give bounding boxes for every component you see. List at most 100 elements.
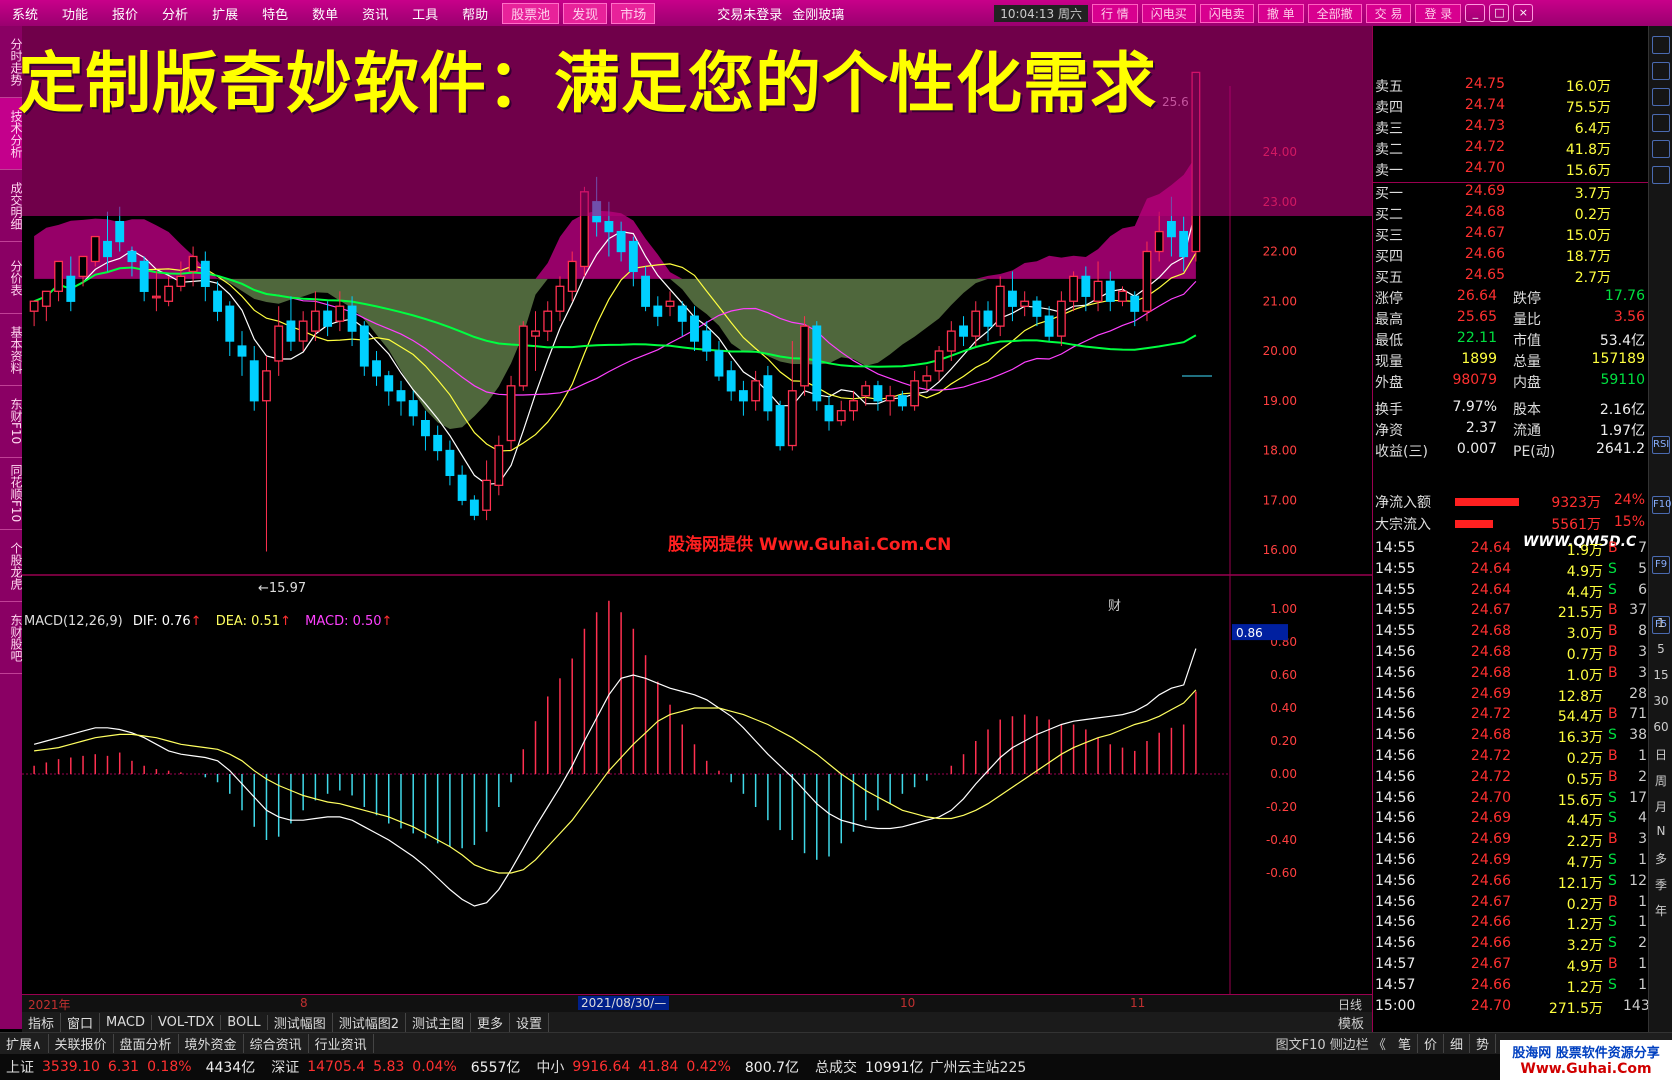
f9-icon[interactable]: F9 — [1652, 556, 1670, 574]
template-button[interactable]: 模板 — [1330, 1013, 1372, 1032]
tab-boll[interactable]: BOLL — [221, 1014, 268, 1030]
buy-row[interactable]: 买四 24.66 18.7万 — [1373, 246, 1649, 267]
candle-body — [421, 419, 430, 437]
minimize-icon[interactable]: _ — [1465, 4, 1486, 22]
macd-tick-label: -0.60 — [1266, 866, 1297, 880]
list-icon[interactable] — [1652, 114, 1670, 132]
ext-tab-expand[interactable]: 扩展∧ — [0, 1034, 49, 1053]
tab-window[interactable]: 窗口 — [61, 1012, 101, 1032]
tab-more[interactable]: 更多 — [471, 1012, 511, 1032]
menu-item-quote[interactable]: 报价 — [100, 4, 150, 23]
menu-item-news[interactable]: 资讯 — [350, 4, 400, 23]
buy-row[interactable]: 买五 24.65 2.7万 — [1373, 267, 1649, 288]
ext-tab-price[interactable]: 价 — [1418, 1034, 1444, 1053]
period-button[interactable]: 多 — [1649, 850, 1672, 867]
menu-item-tools[interactable]: 工具 — [400, 4, 450, 23]
sell-row[interactable]: 卖二 24.72 41.8万 — [1373, 139, 1649, 160]
period-button[interactable]: 月 — [1649, 798, 1672, 815]
cancel-order-button[interactable]: 撤 单 — [1257, 3, 1304, 23]
buy-row[interactable]: 买一 24.69 3.7万 — [1373, 183, 1649, 204]
ext-tab-industry[interactable]: 行业资讯 — [309, 1034, 374, 1053]
menu-item-extend[interactable]: 扩展 — [200, 4, 250, 23]
menu-item-discover[interactable]: 发现 — [563, 2, 608, 24]
sidebar-tab-ths-f10[interactable]: 同花顺F10 — [0, 458, 23, 530]
tab-macd[interactable]: MACD — [100, 1014, 152, 1030]
sidebar-tab-eastmoney-f10[interactable]: 东财F10 — [0, 386, 23, 458]
period-button[interactable]: 日 — [1649, 746, 1672, 763]
menu-item-data[interactable]: 数单 — [300, 4, 350, 23]
sell-row[interactable]: 卖五 24.75 16.0万 — [1373, 76, 1649, 97]
grid-icon[interactable] — [1652, 62, 1670, 80]
f10-icon[interactable]: F10 — [1652, 496, 1671, 514]
star-icon[interactable] — [1652, 166, 1670, 184]
ext-tab-related[interactable]: 关联报价 — [49, 1034, 114, 1053]
ext-tab-market-analysis[interactable]: 盘面分析 — [114, 1034, 179, 1053]
flash-buy-button[interactable]: 闪电买 — [1141, 3, 1196, 23]
menu-item-market[interactable]: 市场 — [611, 2, 656, 24]
tab-indicator[interactable]: 指标 — [22, 1012, 62, 1032]
tab-settings[interactable]: 设置 — [510, 1012, 550, 1032]
candle-body — [1166, 220, 1176, 238]
flash-sell-button[interactable]: 闪电卖 — [1199, 3, 1254, 23]
ext-f10-sidebar[interactable]: 图文F10 侧边栏 《 — [1270, 1034, 1392, 1053]
ext-tab-pen[interactable]: 笔 — [1392, 1034, 1418, 1053]
sh-pct: 0.18% — [147, 1059, 192, 1075]
ext-tab-news[interactable]: 综合资讯 — [244, 1034, 309, 1053]
tick-count: 8 — [1638, 623, 1647, 640]
period-button[interactable]: 60 — [1649, 720, 1672, 734]
candle-body — [885, 395, 895, 402]
period-button[interactable]: 30 — [1649, 694, 1672, 708]
order-price: 24.75 — [1464, 76, 1505, 92]
sidebar-tab-stock-forum[interactable]: 东财股吧 — [0, 602, 23, 674]
cancel-all-button[interactable]: 全部撤 — [1307, 3, 1362, 23]
order-price: 24.67 — [1464, 225, 1505, 241]
candle-body — [995, 285, 1005, 327]
sidebar-tab-dragon-tiger[interactable]: 个股龙虎 — [0, 530, 23, 602]
period-button[interactable]: N — [1649, 824, 1672, 838]
chart-icon[interactable] — [1652, 88, 1670, 106]
period-button[interactable]: 季 — [1649, 876, 1672, 893]
quote-button[interactable]: 行 情 — [1091, 3, 1138, 23]
login-button[interactable]: 登 录 — [1415, 3, 1462, 23]
trade-button[interactable]: 交 易 — [1365, 3, 1412, 23]
rsi-icon[interactable]: RSI — [1652, 436, 1670, 454]
period-button[interactable]: 年 — [1649, 902, 1672, 919]
gear-icon[interactable] — [1652, 36, 1670, 54]
sell-row[interactable]: 卖一 24.70 15.6万 — [1373, 160, 1649, 181]
finance-marker[interactable]: 财 — [1108, 595, 1121, 614]
tick-row: 14:55 24.67 21.5万 B 37 — [1373, 602, 1649, 623]
close-icon[interactable]: × — [1513, 4, 1534, 22]
period-button[interactable]: 5 — [1649, 642, 1672, 656]
ext-tab-detail[interactable]: 细 — [1444, 1034, 1470, 1053]
calendar-icon[interactable] — [1652, 140, 1670, 158]
tick-price: 24.70 — [1470, 997, 1511, 1014]
buy-row[interactable]: 买二 24.68 0.2万 — [1373, 204, 1649, 225]
tick-volume: 0.5万 — [1566, 771, 1603, 788]
maximize-icon[interactable]: □ — [1489, 4, 1510, 22]
menu-item-stock-pool[interactable]: 股票池 — [502, 2, 560, 24]
menu-item-feature[interactable]: 特色 — [250, 4, 300, 23]
period-button[interactable]: 1 — [1649, 616, 1672, 630]
tab-vol-tdx[interactable]: VOL-TDX — [152, 1014, 222, 1030]
ext-tab-foreign-capital[interactable]: 境外资金 — [179, 1034, 244, 1053]
sidebar-tab-basic-info[interactable]: 基本资料 — [0, 314, 23, 386]
period-button[interactable]: 周 — [1649, 772, 1672, 789]
menu-item-function[interactable]: 功能 — [50, 4, 100, 23]
tick-price: 24.69 — [1470, 685, 1511, 702]
tab-test-sub2[interactable]: 测试幅图2 — [333, 1012, 406, 1032]
sidebar-tab-trade-detail[interactable]: 成交明细 — [0, 170, 23, 242]
sidebar-tab-price-table[interactable]: 分价表 — [0, 242, 23, 314]
sell-row[interactable]: 卖三 24.73 6.4万 — [1373, 118, 1649, 139]
menu-item-system[interactable]: 系统 — [0, 4, 50, 23]
tab-test-main[interactable]: 测试主图 — [406, 1012, 471, 1032]
menu-item-help[interactable]: 帮助 — [450, 4, 500, 23]
menu-item-analysis[interactable]: 分析 — [150, 4, 200, 23]
stats-row: 涨停 26.64 跌停 17.76 — [1373, 288, 1649, 309]
sell-row[interactable]: 卖四 24.74 75.5万 — [1373, 97, 1649, 118]
ext-tab-trend[interactable]: 势 — [1470, 1034, 1496, 1053]
tab-test-sub[interactable]: 测试幅图 — [268, 1012, 333, 1032]
buy-row[interactable]: 买三 24.67 15.0万 — [1373, 225, 1649, 246]
period-label[interactable]: 日线 — [1338, 996, 1362, 1013]
tick-side: B — [1608, 956, 1618, 972]
period-button[interactable]: 15 — [1649, 668, 1672, 682]
